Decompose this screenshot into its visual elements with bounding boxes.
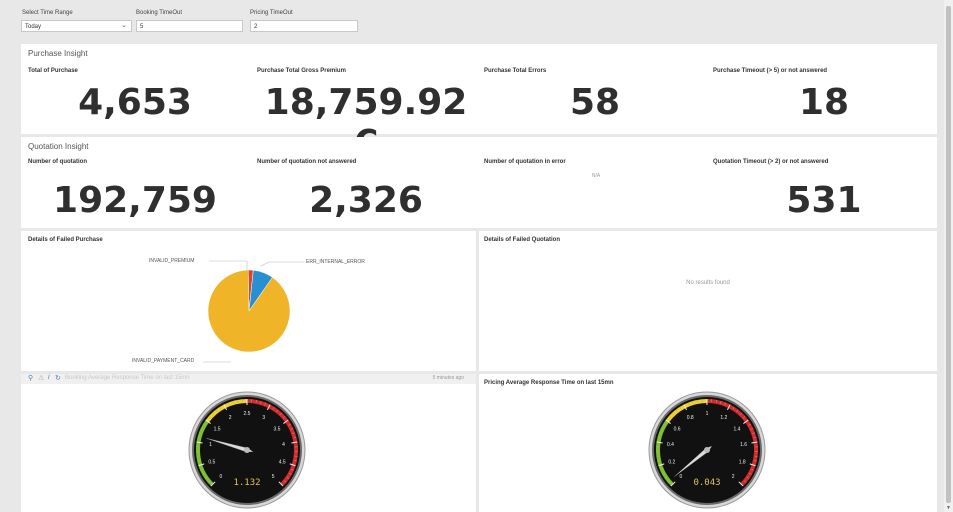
page-scrollbar[interactable]: ▼ — [944, 0, 953, 512]
scroll-down-icon[interactable]: ▼ — [946, 505, 951, 511]
gauge-tick-label: 0.2 — [668, 459, 675, 465]
booking-gauge-panel: ⚲ ⚠ i ↻ Booking Average Response Time on… — [21, 374, 476, 512]
gauge-tick-label: 3.5 — [273, 426, 280, 432]
gauge-tick-label: 1.5 — [214, 426, 221, 432]
gauge-tick-label: 0 — [219, 474, 222, 480]
gauge-value: 1.132 — [233, 478, 260, 488]
panel-toolbar: ⚲ ⚠ i ↻ Booking Average Response Time on… — [21, 374, 476, 384]
gauge-tick-label: 0.5 — [208, 459, 215, 465]
gauge-tick-label: 0 — [679, 474, 682, 480]
gauge-tick-label: 1.6 — [740, 442, 747, 448]
gauge-tick-label: 1 — [209, 442, 212, 448]
failed-quotation-title: Details of Failed Quotation — [484, 237, 561, 243]
booking-gauge-title: Booking Average Response Time on last 15… — [65, 375, 190, 381]
pie-leader-line — [260, 261, 270, 267]
gauge-tick-label: 2 — [229, 415, 232, 421]
gauge-tick-label: 5 — [272, 474, 275, 480]
info-icon[interactable]: i — [48, 374, 50, 381]
metric-value: 4,653 — [78, 82, 192, 123]
gauge-hub — [244, 447, 250, 453]
pie-label: INVALID_PREMIUM — [149, 258, 195, 264]
metric-value: 192,759 — [53, 180, 217, 221]
gauge-tick-label: 1.4 — [733, 426, 740, 432]
gauge-hub — [704, 447, 710, 453]
failed-quotation-panel: Details of Failed Quotation No results f… — [479, 231, 937, 371]
refresh-icon[interactable]: ↻ — [55, 374, 61, 382]
metric-label: Purchase Total Errors — [484, 68, 547, 74]
metric-label: Total of Purchase — [28, 68, 78, 74]
metric-value: 531 — [786, 180, 862, 221]
pie-label: ERR_INTERNAL_ERROR — [306, 259, 365, 265]
pricing-gauge-title: Pricing Average Response Time on last 15… — [484, 380, 614, 386]
metric-value: 58 — [569, 82, 621, 123]
gauge-tick-label: 1.2 — [720, 415, 727, 421]
scrollbar-thumb[interactable] — [946, 6, 951, 503]
booking-timeout-label: Booking TimeOut — [136, 10, 183, 16]
search-icon[interactable]: ⚲ — [28, 374, 33, 382]
pricing-timeout-label: Pricing TimeOut — [250, 10, 293, 16]
gauge-tick-label: 0.4 — [667, 442, 674, 448]
purchase-insight-title: Purchase Insight — [28, 49, 88, 58]
metric-value-na: N/A — [591, 173, 601, 179]
time-range-select[interactable]: Today ⌄ — [21, 20, 132, 32]
metric-label: Number of quotation in error — [484, 159, 566, 165]
pricing-timeout-value: 2 — [254, 24, 258, 30]
quotation-insight-title: Quotation Insight — [28, 142, 89, 151]
gauge-tick-label: 0.8 — [687, 415, 694, 421]
chevron-down-icon: ⌄ — [121, 22, 127, 29]
gauge-tick-label: 2 — [732, 474, 735, 480]
failed-purchase-pie-chart — [203, 260, 304, 363]
gauge-tick-label: 3 — [262, 415, 265, 421]
purchase-insight-panel: Purchase Insight Total of Purchase 4,653… — [21, 44, 937, 164]
gauge-tick-label: 4.5 — [279, 459, 286, 465]
gauge-tick-label: 2.5 — [244, 411, 251, 417]
booking-response-gauge: 0 0.5 1 1.5 2 2.5 3 3.5 4 4.5 5 1.132 — [188, 391, 306, 509]
gauge-value: 0.043 — [693, 478, 720, 488]
gauge-tick-label: 1.8 — [739, 459, 746, 465]
gauge-tick-label: 1 — [706, 411, 709, 417]
booking-timeout-value: 5 — [140, 24, 144, 30]
pricing-timeout-input[interactable]: 2 — [250, 20, 358, 32]
booking-timeout-input[interactable]: 5 — [136, 20, 243, 32]
pie-label: INVALID_PAYMENT_CARD — [132, 358, 195, 364]
metric-label: Number of quotation — [28, 159, 87, 165]
metric-label: Purchase Total Gross Premium — [257, 68, 346, 74]
warning-icon[interactable]: ⚠ — [38, 374, 44, 382]
pricing-gauge-panel: Pricing Average Response Time on last 15… — [479, 374, 937, 512]
time-range-value: Today — [25, 24, 42, 30]
no-results-text: No results found — [686, 280, 730, 286]
quotation-insight-panel: Quotation Insight Number of quotation 19… — [21, 137, 937, 228]
pricing-response-gauge: 0 0.2 0.4 0.6 0.8 1 1.2 1.4 1.6 1.8 2 0.043 — [648, 391, 766, 509]
gauge-tick-label: 0.6 — [674, 426, 681, 432]
metric-label: Quotation Timeout (> 2) or not answered — [713, 159, 829, 165]
time-range-label: Select Time Range — [22, 10, 73, 16]
filter-bar: Select Time Range Today ⌄ Booking TimeOu… — [0, 0, 944, 40]
metric-label: Number of quotation not answered — [257, 159, 357, 165]
failed-purchase-panel: Details of Failed Purchase INVALID_PREMI… — [21, 231, 476, 371]
metric-label: Purchase Timeout (> 5) or not answered — [713, 68, 828, 74]
metric-value: 2,326 — [309, 180, 423, 221]
last-updated-text: 5 minutes ago — [432, 375, 464, 381]
gauge-tick-label: 4 — [282, 442, 285, 448]
metric-value: 18 — [798, 82, 850, 123]
